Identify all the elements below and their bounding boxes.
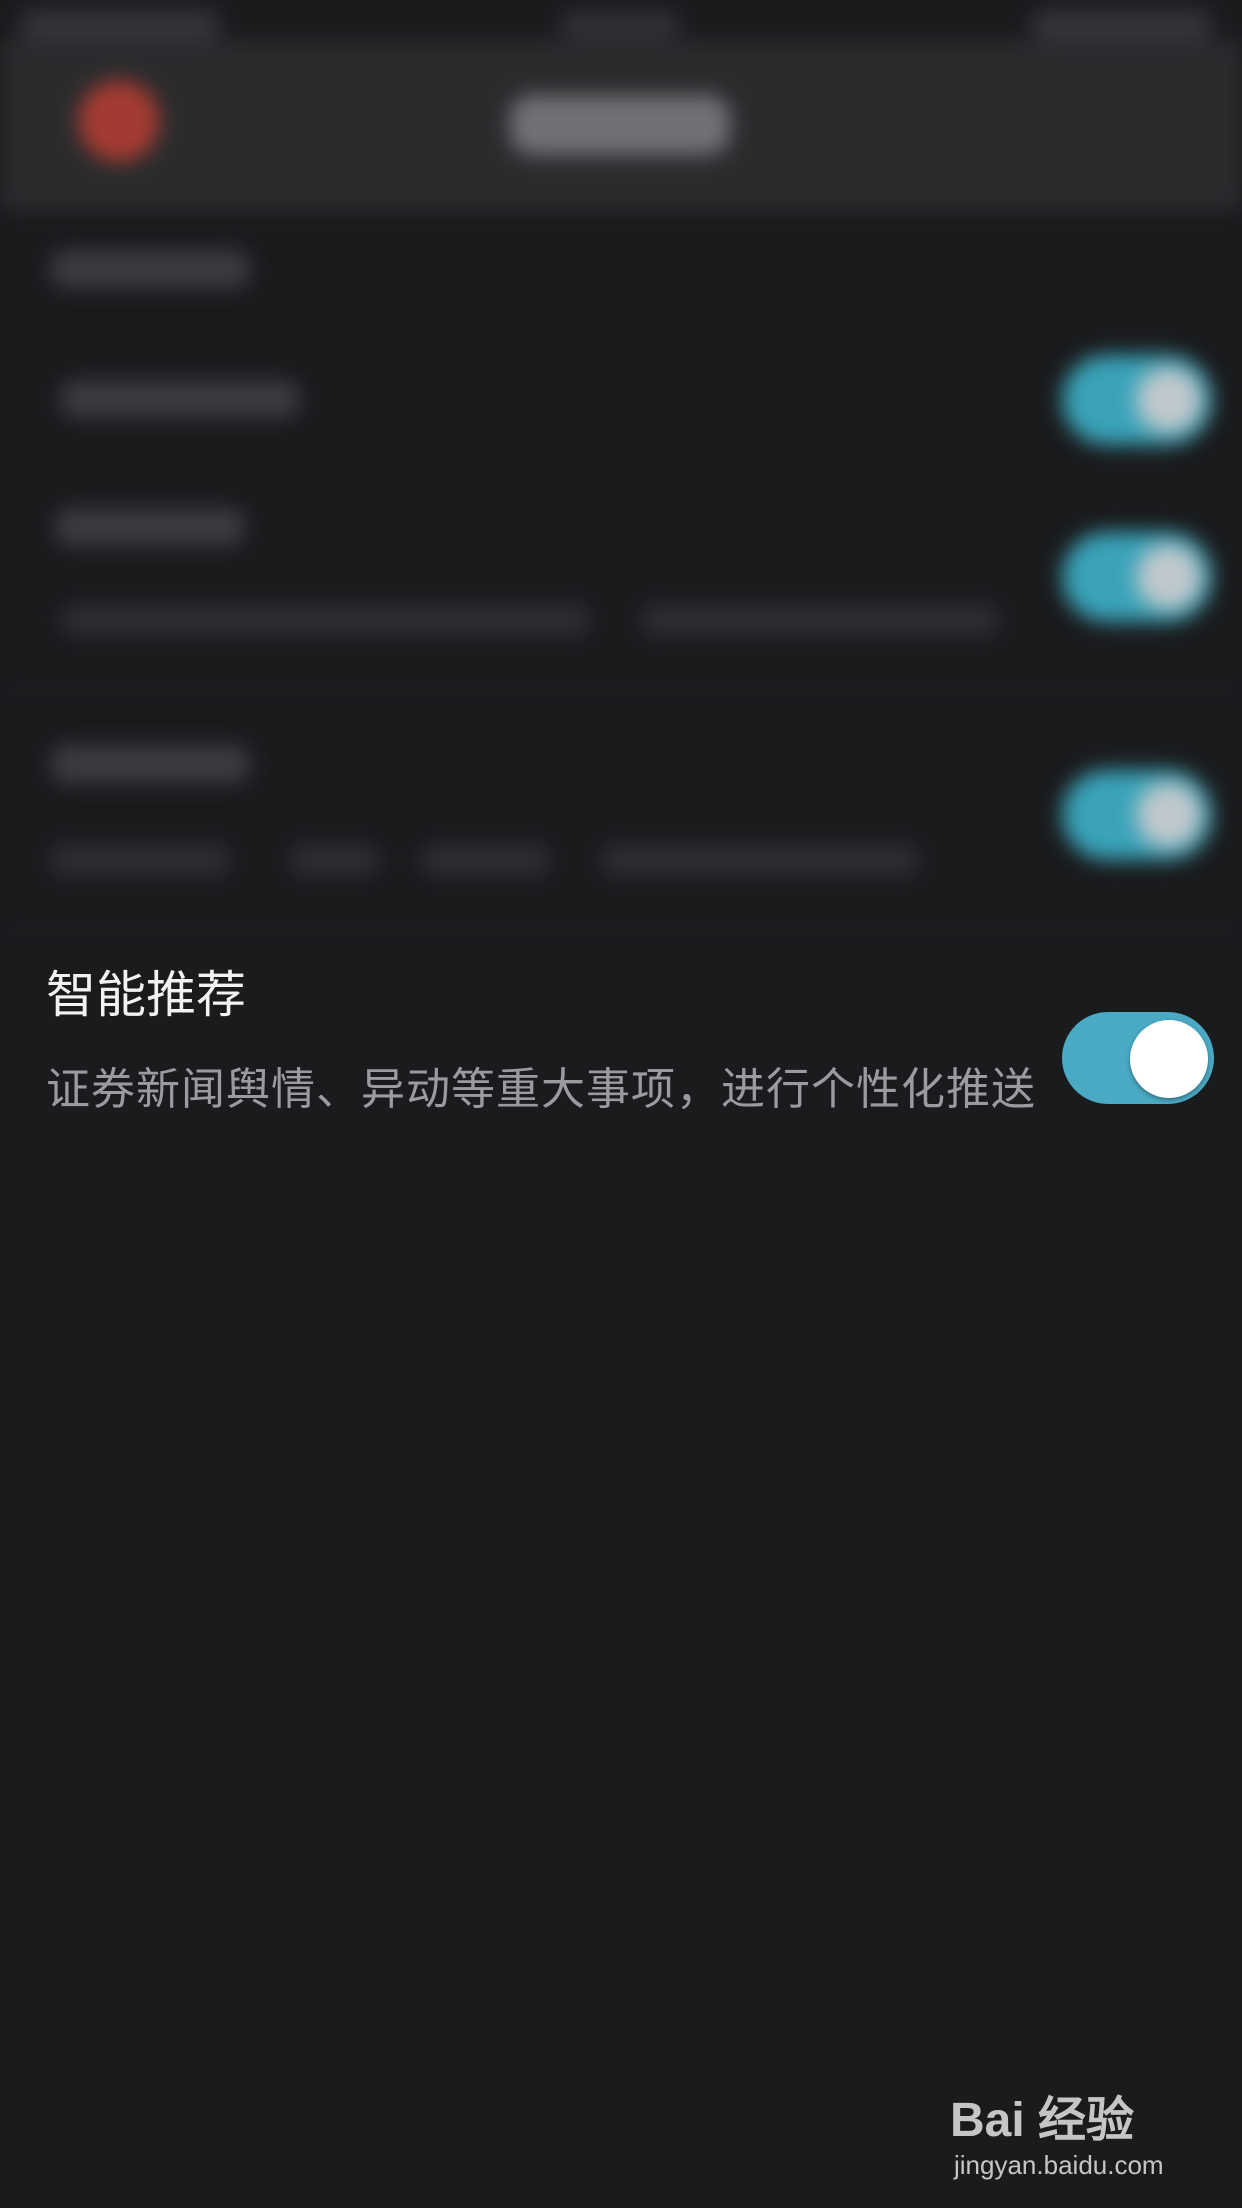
watermark-url: jingyan.baidu.com [954,2150,1164,2180]
smart-recommend-toggle[interactable] [1062,1012,1214,1104]
back-button[interactable] [78,80,160,162]
setting-row-smart-recommend: 智能推荐 证券新闻舆情、异动等重大事项，进行个性化推送 [0,960,1242,1160]
page-title-blur [510,95,730,155]
watermark-logo: Bai 经验 [950,2094,1135,2147]
setting-description: 证券新闻舆情、异动等重大事项，进行个性化推送 [46,1064,1036,1115]
setting-row-desc-blur [50,845,230,875]
setting-toggle-blur[interactable] [1062,532,1212,622]
setting-row-label-blur [55,508,245,546]
settings-section-label-blur [50,250,250,288]
setting-title: 智能推荐 [46,966,246,1024]
setting-row-desc-blur [600,845,920,875]
setting-row-label-blur [50,745,250,783]
setting-row-desc-blur [640,605,1000,635]
setting-row-desc-blur [290,845,380,875]
setting-row-label-blur [60,380,300,418]
setting-row-desc-blur [420,845,550,875]
setting-toggle-blur[interactable] [1062,355,1212,445]
setting-toggle-blur[interactable] [1062,770,1212,860]
divider [0,690,1242,692]
setting-row-desc-blur [60,605,590,635]
baidu-jingyan-watermark: Bai 经验 jingyan.baidu.com [950,2070,1190,2190]
status-time-blur [20,10,220,40]
status-battery-blur [1032,10,1212,40]
divider [0,930,1242,932]
toggle-knob [1130,1020,1208,1098]
status-carrier-blur [560,12,680,38]
